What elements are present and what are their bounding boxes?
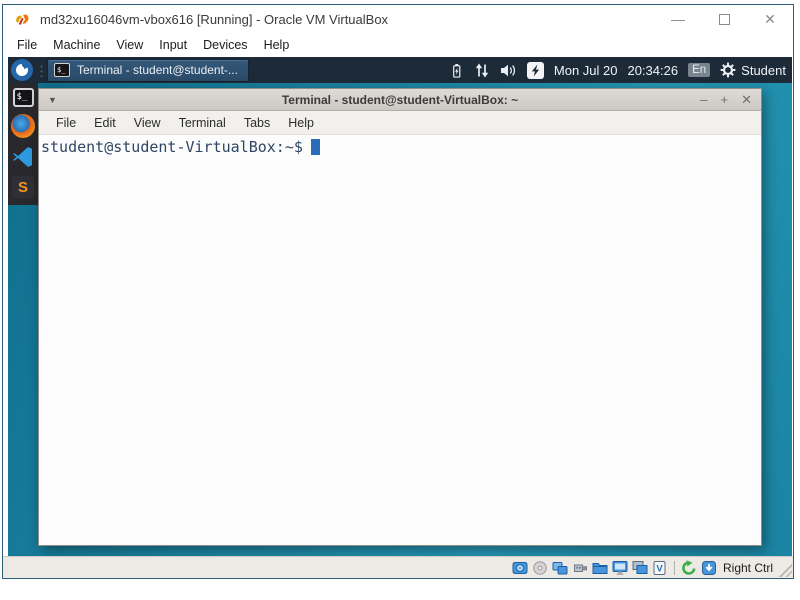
dock-item-vscode[interactable]	[11, 145, 35, 169]
terminal-menu-terminal[interactable]: Terminal	[170, 114, 235, 132]
keyboard-layout-indicator[interactable]: En	[688, 63, 710, 77]
taskbar-item-label: Terminal - student@student-...	[77, 63, 238, 77]
terminal-titlebar[interactable]: ▼ Terminal - student@student-VirtualBox:…	[39, 89, 761, 111]
terminal-content[interactable]: student@student-VirtualBox:~$	[39, 135, 761, 545]
terminal-window-controls: – + ✕	[700, 92, 752, 108]
statusbar-separator	[674, 561, 675, 575]
taskbar-item-terminal[interactable]: $_ Terminal - student@student-...	[47, 59, 249, 82]
features-icon[interactable]: V	[652, 560, 668, 576]
vbox-statusbar: V Right Ctrl	[3, 556, 793, 578]
terminal-title: Terminal - student@student-VirtualBox: ~	[39, 93, 761, 107]
virtualbox-logo-icon	[13, 10, 31, 28]
terminal-mini-icon: $_	[54, 63, 70, 77]
maximize-button[interactable]	[701, 5, 747, 33]
dock-item-firefox[interactable]	[11, 114, 35, 138]
optical-drive-icon[interactable]	[532, 560, 548, 576]
window-title: md32xu16046vm-vbox616 [Running] - Oracle…	[40, 12, 388, 27]
host-key-label[interactable]: Right Ctrl	[723, 561, 773, 575]
terminal-menu-view[interactable]: View	[125, 114, 170, 132]
minimize-button[interactable]: —	[655, 5, 701, 33]
mouse-integration-icon[interactable]	[681, 560, 697, 576]
terminal-menu-help[interactable]: Help	[279, 114, 323, 132]
tray-clock[interactable]: 20:34:26	[627, 63, 678, 78]
terminal-window: ▼ Terminal - student@student-VirtualBox:…	[38, 88, 762, 546]
terminal-menu-tabs[interactable]: Tabs	[235, 114, 279, 132]
guest-top-panel: $_ Terminal - student@student-...	[8, 57, 792, 83]
screenshot-root: md32xu16046vm-vbox616 [Running] - Oracle…	[0, 0, 800, 600]
shell-prompt: student@student-VirtualBox:~$	[41, 138, 303, 156]
terminal-minimize-button[interactable]: –	[700, 92, 707, 108]
recording-icon[interactable]	[632, 560, 648, 576]
tray-date[interactable]: Mon Jul 20	[554, 63, 618, 78]
dock-item-terminal[interactable]: $_	[13, 88, 34, 107]
terminal-menu-edit[interactable]: Edit	[85, 114, 125, 132]
display-icon[interactable]	[612, 560, 628, 576]
terminal-cursor	[311, 139, 320, 155]
hard-disk-icon[interactable]	[512, 560, 528, 576]
user-menu[interactable]: Student	[720, 62, 786, 78]
usb-icon[interactable]	[572, 560, 588, 576]
panel-grip[interactable]	[38, 63, 43, 77]
virtualbox-window: md32xu16046vm-vbox616 [Running] - Oracle…	[2, 4, 794, 579]
whisker-menu-icon	[15, 63, 29, 77]
host-menubar: File Machine View Input Devices Help	[3, 33, 793, 57]
terminal-menubar: File Edit View Terminal Tabs Help	[39, 111, 761, 135]
menu-file[interactable]: File	[9, 36, 45, 54]
network-icon[interactable]	[552, 560, 568, 576]
guest-screen[interactable]: $_ Terminal - student@student-...	[8, 57, 792, 557]
user-menu-label: Student	[741, 63, 786, 78]
maximize-icon	[719, 14, 730, 25]
menu-help[interactable]: Help	[256, 36, 298, 54]
resize-grip[interactable]	[777, 562, 792, 577]
keyboard-capture-icon[interactable]	[701, 560, 717, 576]
gear-icon	[720, 62, 736, 78]
dock: $_ S	[8, 83, 38, 205]
close-button[interactable]: ✕	[747, 5, 793, 33]
terminal-menu-file[interactable]: File	[47, 114, 85, 132]
terminal-close-button[interactable]: ✕	[741, 92, 752, 108]
applications-menu-button[interactable]	[11, 59, 33, 81]
network-arrows-icon[interactable]	[474, 63, 490, 78]
battery-icon[interactable]	[449, 62, 464, 79]
host-window-controls: — ✕	[655, 5, 793, 33]
power-manager-icon[interactable]	[527, 62, 544, 79]
menu-view[interactable]: View	[108, 36, 151, 54]
menu-input[interactable]: Input	[151, 36, 195, 54]
menu-machine[interactable]: Machine	[45, 36, 108, 54]
svg-text:V: V	[656, 563, 663, 574]
dock-item-sublime[interactable]: S	[12, 176, 34, 198]
system-tray: Mon Jul 20 20:34:26 En	[449, 62, 786, 79]
host-titlebar[interactable]: md32xu16046vm-vbox616 [Running] - Oracle…	[3, 5, 793, 33]
terminal-maximize-button[interactable]: +	[721, 92, 729, 108]
shared-folders-icon[interactable]	[592, 560, 608, 576]
volume-icon[interactable]	[500, 63, 517, 78]
menu-devices[interactable]: Devices	[195, 36, 255, 54]
